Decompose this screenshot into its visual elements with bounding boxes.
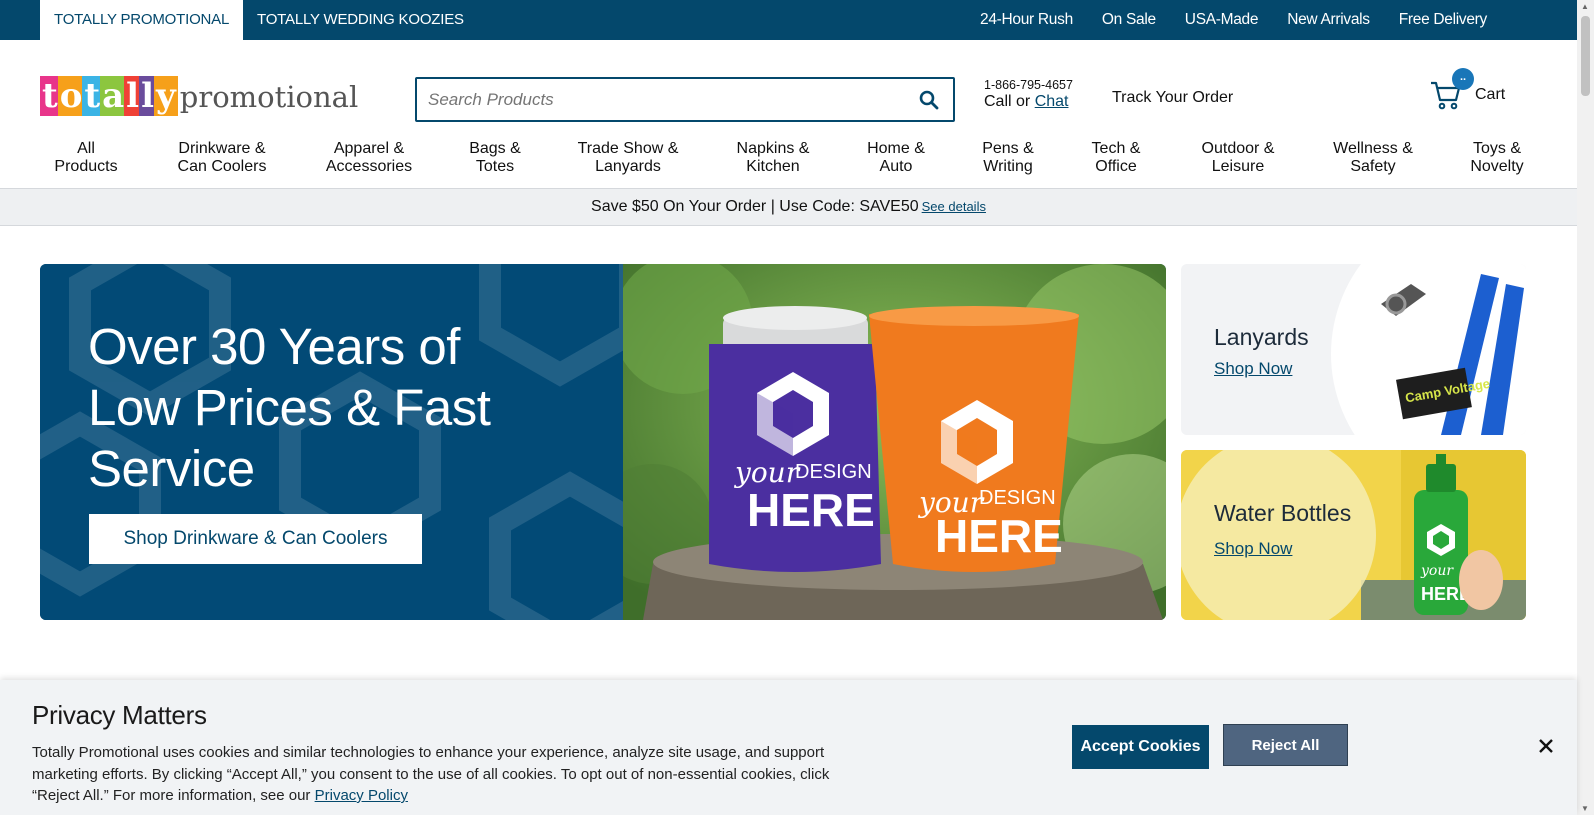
search-input[interactable] <box>417 79 897 120</box>
scroll-thumb[interactable] <box>1581 16 1590 96</box>
nav-item-all-products[interactable]: All Products <box>54 140 117 176</box>
privacy-policy-link[interactable]: Privacy Policy <box>315 787 408 804</box>
nav-line: Tech & <box>1091 140 1141 157</box>
water-bottles-shop-now-link[interactable]: Shop Now <box>1214 539 1292 559</box>
nav-line: Kitchen <box>746 158 800 175</box>
chat-link[interactable]: Chat <box>1035 93 1069 110</box>
track-order-link[interactable]: Track Your Order <box>1112 89 1233 107</box>
reject-all-button[interactable]: Reject All <box>1223 724 1348 766</box>
water-bottles-card[interactable]: your HERE Water Bottles Shop Now <box>1181 450 1526 620</box>
call-or-chat: Call or Chat <box>984 93 1068 111</box>
nav-item-outdoor[interactable]: Outdoor & Leisure <box>1202 140 1275 176</box>
cart-button[interactable]: .. Cart <box>1430 68 1510 116</box>
nav-line: Napkins & <box>736 140 810 157</box>
cart-count-badge: .. <box>1452 68 1474 90</box>
tab-totally-promotional[interactable]: TOTALLY PROMOTIONAL <box>40 0 244 40</box>
site-logo[interactable]: t o t a l l y promotional <box>40 70 358 116</box>
main-nav: All Products Drinkware & Can Coolers Appar… <box>40 140 1540 180</box>
cup-print-design: DESIGN <box>979 487 1056 509</box>
logo-tile: y <box>154 76 178 116</box>
call-label: Call or <box>984 93 1035 110</box>
top-link-on-sale[interactable]: On Sale <box>1102 11 1156 29</box>
top-link-24-hour-rush[interactable]: 24-Hour Rush <box>980 11 1073 29</box>
nav-item-wellness[interactable]: Wellness & Safety <box>1333 140 1413 176</box>
nav-line: Trade Show & <box>577 140 679 157</box>
nav-item-apparel[interactable]: Apparel & Accessories <box>326 140 412 176</box>
nav-line: Safety <box>1350 158 1396 175</box>
accept-cookies-button[interactable]: Accept Cookies <box>1072 725 1209 769</box>
shop-drinkware-button[interactable]: Shop Drinkware & Can Coolers <box>89 514 422 564</box>
tab-totally-wedding-koozies[interactable]: TOTALLY WEDDING KOOZIES <box>243 0 478 40</box>
top-link-usa-made[interactable]: USA-Made <box>1185 11 1259 29</box>
hero-product-image: your DESIGN HERE your DESIGN HERE <box>623 264 1166 620</box>
cookie-body: Totally Promotional uses cookies and sim… <box>32 744 830 804</box>
nav-line: Novelty <box>1470 158 1524 175</box>
cookie-banner: Privacy Matters Totally Promotional uses… <box>0 680 1577 815</box>
cup-print-here: HERE <box>935 510 1063 562</box>
nav-line: Pens & <box>982 140 1034 157</box>
cart-label: Cart <box>1475 86 1506 103</box>
promo-bar: Save $50 On Your Order | Use Code: SAVE5… <box>0 188 1577 226</box>
logo-wordmark: promotional <box>179 80 359 114</box>
nav-line: Bags & <box>469 140 521 157</box>
nav-item-home-auto[interactable]: Home & Auto <box>867 140 925 176</box>
nav-line: Wellness & <box>1333 140 1413 157</box>
page-scrollbar[interactable]: ▲ ▼ <box>1577 0 1594 815</box>
search-box <box>415 77 955 122</box>
nav-line: Accessories <box>325 158 413 175</box>
nav-item-drinkware[interactable]: Drinkware & Can Coolers <box>178 140 267 176</box>
top-bar: TOTALLY PROMOTIONAL TOTALLY WEDDING KOOZ… <box>0 0 1577 40</box>
water-bottles-image: your HERE <box>1181 450 1526 620</box>
nav-item-tech[interactable]: Tech & Office <box>1092 140 1141 176</box>
phone-number[interactable]: 1-866-795-4657 <box>984 78 1073 92</box>
nav-line: Products <box>54 158 118 175</box>
logo-tile: o <box>57 76 85 116</box>
nav-item-pens[interactable]: Pens & Writing <box>982 140 1034 176</box>
hero-banner: Over 30 Years of Low Prices & Fast Servi… <box>40 264 1166 620</box>
nav-line: Outdoor & <box>1201 140 1275 157</box>
nav-item-toys[interactable]: Toys & Novelty <box>1470 140 1523 176</box>
cookie-title: Privacy Matters <box>32 700 207 730</box>
nav-item-napkins[interactable]: Napkins & Kitchen <box>737 140 810 176</box>
lanyards-card[interactable]: Camp Voltage Lanyards Shop Now <box>1181 264 1526 435</box>
cookie-text: Totally Promotional uses cookies and sim… <box>32 742 872 807</box>
koozie-print-design: DESIGN <box>795 461 872 483</box>
nav-line: Auto <box>879 158 913 175</box>
top-link-new-arrivals[interactable]: New Arrivals <box>1287 11 1370 29</box>
nav-line: Apparel & <box>333 140 405 157</box>
nav-line: Writing <box>983 158 1033 175</box>
nav-item-trade-show[interactable]: Trade Show & Lanyards <box>578 140 679 176</box>
hero-title: Over 30 Years of Low Prices & Fast Servi… <box>88 318 491 497</box>
nav-line: Home & <box>867 140 925 157</box>
water-bottles-title: Water Bottles <box>1214 500 1352 526</box>
lanyards-shop-now-link[interactable]: Shop Now <box>1214 359 1292 379</box>
hero-text-panel: Over 30 Years of Low Prices & Fast Servi… <box>40 264 623 620</box>
logo-tile: a <box>100 76 127 116</box>
nav-line: Totes <box>475 158 515 175</box>
lanyards-title: Lanyards <box>1214 324 1309 350</box>
nav-item-bags[interactable]: Bags & Totes <box>469 140 521 176</box>
top-links: 24-Hour Rush On Sale USA-Made New Arriva… <box>980 0 1487 40</box>
search-icon[interactable] <box>919 90 939 110</box>
scroll-down-arrow-icon[interactable]: ▼ <box>1581 804 1589 813</box>
nav-line: Lanyards <box>595 158 661 175</box>
promo-text: Save $50 On Your Order | Use Code: SAVE5… <box>591 198 919 215</box>
scroll-up-arrow-icon[interactable]: ▲ <box>1581 2 1589 11</box>
see-details-link[interactable]: See details <box>922 199 986 214</box>
close-icon[interactable] <box>1536 736 1556 756</box>
nav-line: Leisure <box>1211 158 1265 175</box>
nav-line: Office <box>1095 158 1137 175</box>
top-link-free-delivery[interactable]: Free Delivery <box>1399 11 1488 29</box>
nav-line: Drinkware & <box>178 140 266 157</box>
nav-line: Can Coolers <box>177 158 267 175</box>
koozie-print-here: HERE <box>747 484 875 536</box>
bottle-print-your: your <box>1420 563 1454 579</box>
nav-line: Toys & <box>1472 140 1522 157</box>
nav-line: All <box>77 140 95 157</box>
